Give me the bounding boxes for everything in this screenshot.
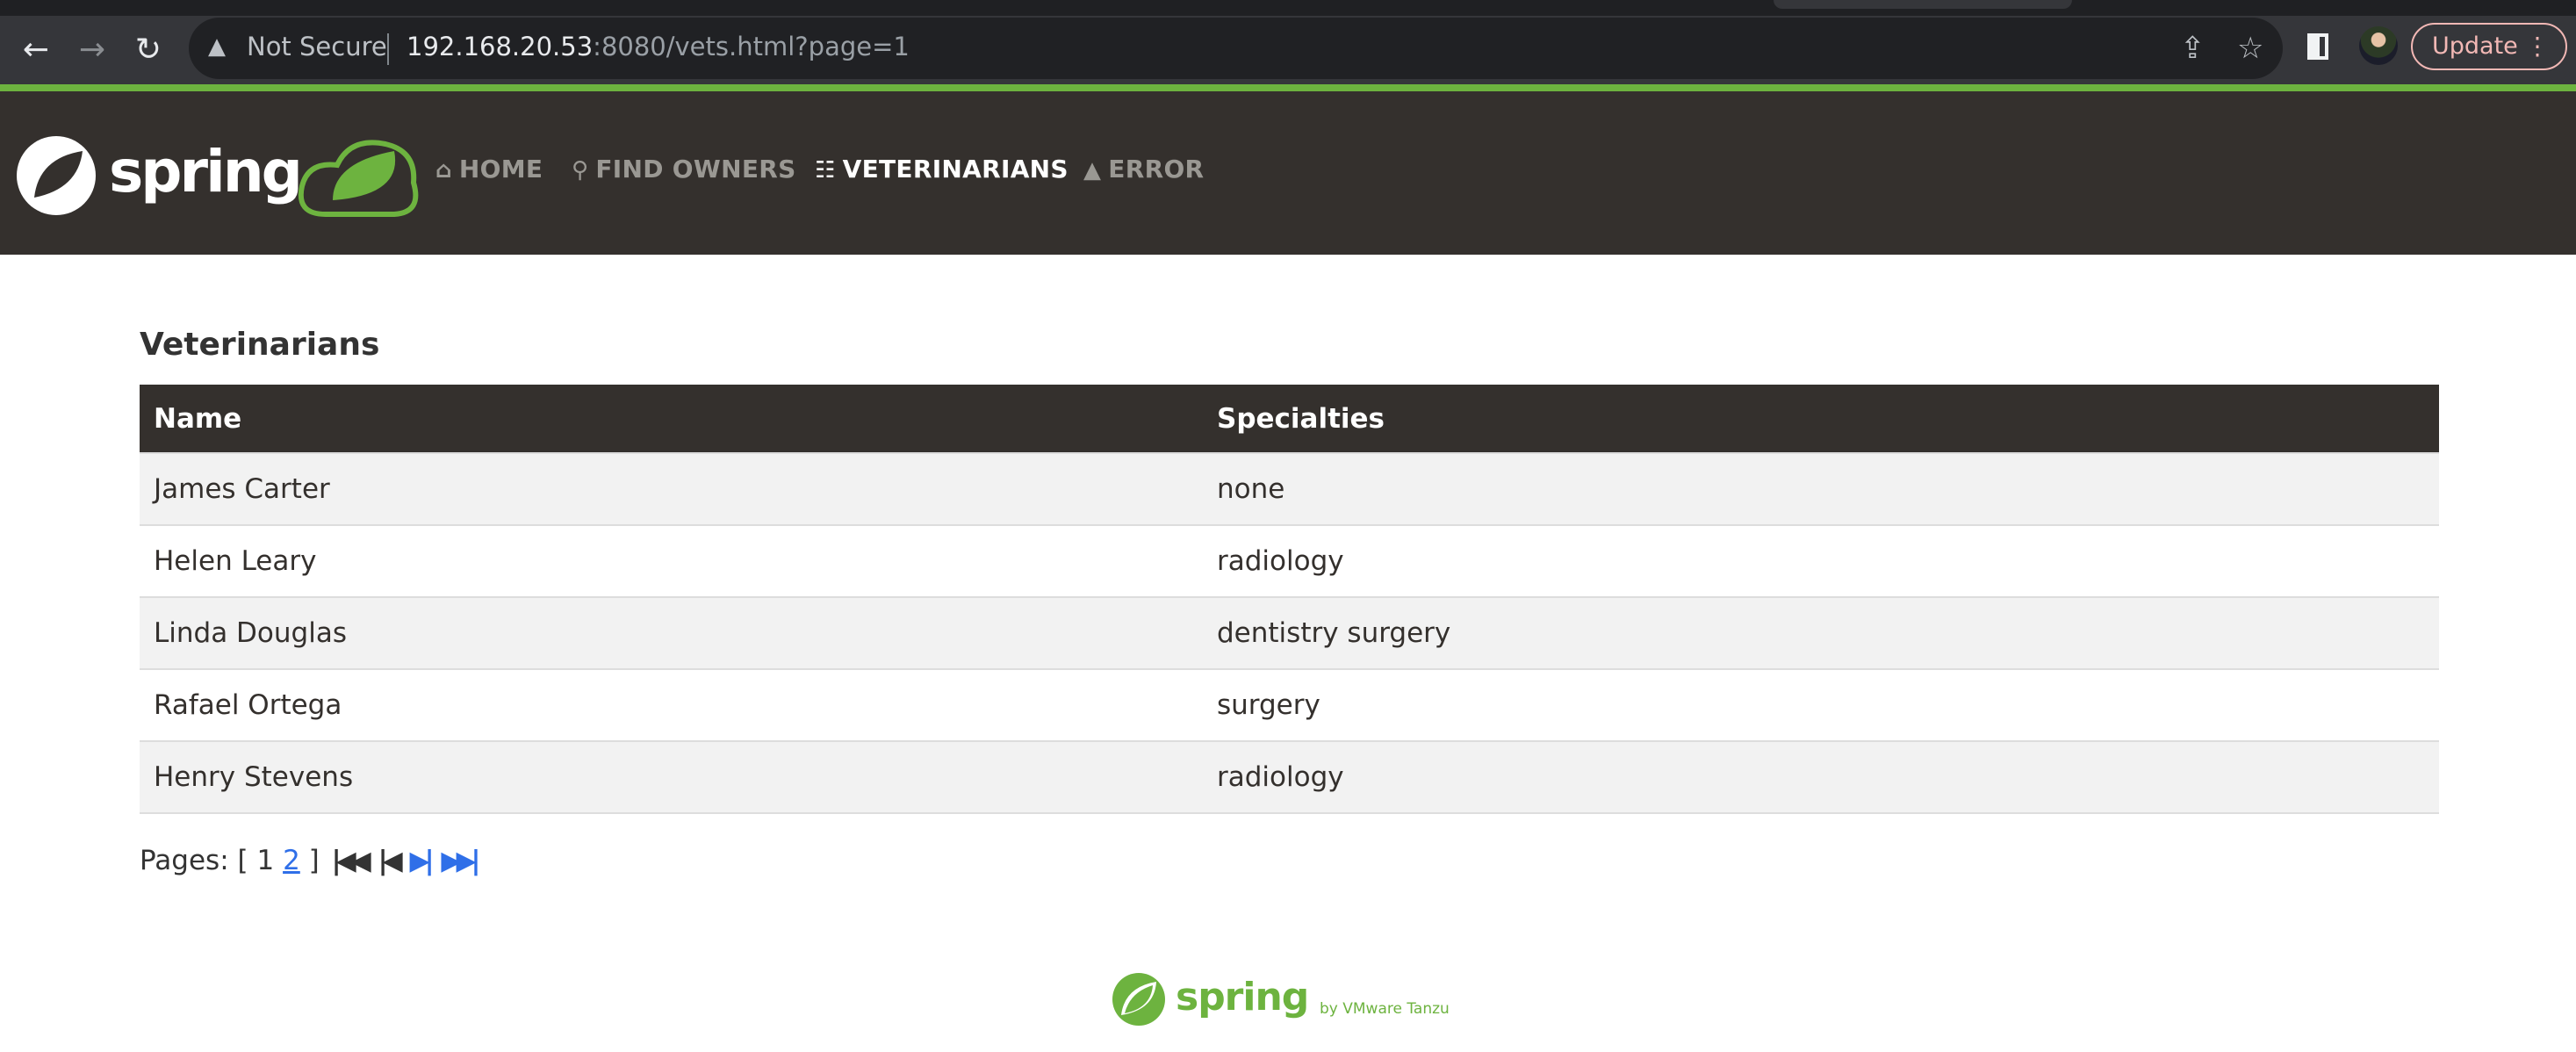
security-label[interactable]: Not Secure <box>247 32 387 61</box>
list-icon: ☷ <box>815 157 836 184</box>
table-header: Name Specialties <box>140 385 2439 453</box>
forward-icon[interactable]: → <box>70 28 114 72</box>
table-row: Henry Stevens radiology <box>140 740 2439 814</box>
page-link-2[interactable]: 2 <box>283 845 300 876</box>
nav-error[interactable]: ▲ ERROR <box>1083 155 1204 184</box>
pages-label: Pages: <box>140 845 229 876</box>
home-icon: ⌂ <box>435 157 452 184</box>
first-page-icon: |◀◀ <box>331 846 371 876</box>
tab-strip <box>0 0 2576 16</box>
reload-icon[interactable]: ↻ <box>126 28 170 72</box>
star-icon[interactable]: ☆ <box>2237 30 2263 67</box>
vet-name: Linda Douglas <box>140 596 1203 669</box>
tab[interactable] <box>1774 0 2072 9</box>
spring-petclinic-logo[interactable]: spring <box>17 132 421 220</box>
spring-footer-logo: spring by VMware Tanzu <box>1112 973 1450 1026</box>
update-button[interactable]: Update ⋮ <box>2411 23 2567 70</box>
vet-name: Helen Leary <box>140 524 1203 597</box>
page-title: Veterinarians <box>140 327 380 363</box>
url-path: :8080/vets.html?page=1 <box>593 32 910 61</box>
bracket-close: ] <box>308 845 320 876</box>
vet-specialties: radiology <box>1203 740 2439 814</box>
column-header-name[interactable]: Name <box>140 385 1203 453</box>
nav-label: ERROR <box>1108 155 1205 184</box>
address-bar[interactable]: ▲ Not Secure 192.168.20.53:8080/vets.htm… <box>189 18 2283 79</box>
vet-specialties: dentistry surgery <box>1203 596 2439 669</box>
vet-name: James Carter <box>140 452 1203 525</box>
nav-veterinarians[interactable]: ☷ VETERINARIANS <box>815 155 1069 184</box>
vet-specialties: surgery <box>1203 668 2439 741</box>
nav-label: FIND OWNERS <box>595 155 796 184</box>
divider <box>387 33 389 65</box>
vet-name: Rafael Ortega <box>140 668 1203 741</box>
menu-icon[interactable]: ⋮ <box>2525 25 2550 68</box>
back-icon[interactable]: ← <box>14 28 58 72</box>
footer-logo-text: spring <box>1176 975 1308 1020</box>
nav-label: HOME <box>458 155 543 184</box>
vets-table: Name Specialties James Carter none Helen … <box>140 385 2439 814</box>
current-page: 1 <box>256 845 275 876</box>
share-icon[interactable]: ⇪ <box>2180 30 2205 67</box>
accent-bar <box>0 84 2576 91</box>
url-text[interactable]: 192.168.20.53:8080/vets.html?page=1 <box>407 32 910 61</box>
svg-text:spring: spring <box>109 138 300 205</box>
navbar: spring ⌂ HOME ⚲ FIND OWNERS ☷ VETERINARIANS… <box>0 91 2576 255</box>
table-row: Helen Leary radiology <box>140 524 2439 597</box>
bracket-open: [ <box>237 845 248 876</box>
vet-name: Henry Stevens <box>140 740 1203 814</box>
browser-toolbar: ← → ↻ ▲ Not Secure 192.168.20.53:8080/ve… <box>0 16 2576 84</box>
url-host: 192.168.20.53 <box>407 32 594 61</box>
last-page-icon[interactable]: ▶▶| <box>441 846 480 876</box>
vet-specialties: none <box>1203 452 2439 525</box>
nav-label: VETERINARIANS <box>842 155 1069 184</box>
table-row: James Carter none <box>140 452 2439 525</box>
vet-specialties: radiology <box>1203 524 2439 597</box>
warning-icon: ▲ <box>1083 157 1102 184</box>
profile-avatar[interactable] <box>2359 26 2398 65</box>
update-label: Update <box>2432 32 2518 60</box>
pagination: Pages: [ 1 2 ] |◀◀ |◀ ▶| ▶▶| <box>140 845 481 876</box>
side-panel-icon[interactable] <box>2307 33 2328 60</box>
next-page-icon[interactable]: ▶| <box>410 846 435 876</box>
table-row: Rafael Ortega surgery <box>140 668 2439 741</box>
nav-home[interactable]: ⌂ HOME <box>435 155 543 184</box>
previous-page-icon: |◀ <box>378 846 403 876</box>
table-row: Linda Douglas dentistry surgery <box>140 596 2439 669</box>
footer-tagline: by VMware Tanzu <box>1320 1000 1450 1018</box>
search-icon: ⚲ <box>572 157 589 184</box>
column-header-specialties[interactable]: Specialties <box>1203 385 2439 453</box>
nav-find-owners[interactable]: ⚲ FIND OWNERS <box>572 155 796 184</box>
warning-icon[interactable]: ▲ <box>208 33 226 60</box>
